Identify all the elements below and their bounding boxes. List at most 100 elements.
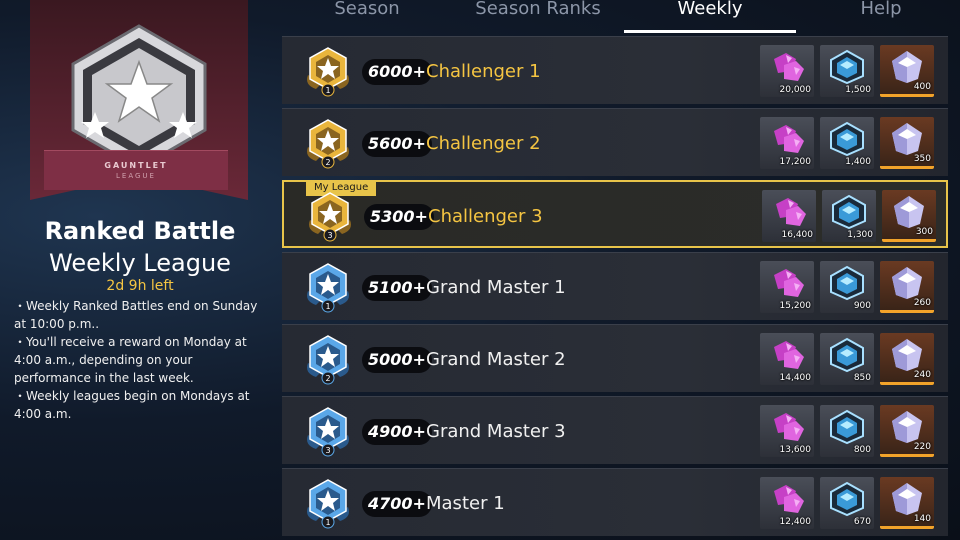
- reward-slot[interactable]: 800: [820, 405, 874, 457]
- rank-row[interactable]: 1 6000+ Challenger 1 20,000 1,500 400: [282, 36, 948, 104]
- blue-hexagon-icon: [830, 121, 864, 157]
- reward-quantity: 260: [913, 298, 931, 308]
- reward-quantity: 400: [913, 82, 931, 92]
- reward-slot[interactable]: 17,200: [760, 117, 814, 169]
- blue-rank-badge-icon: 3: [302, 405, 354, 457]
- tab-help[interactable]: Help: [838, 0, 924, 19]
- reward-slot[interactable]: 20,000: [760, 45, 814, 97]
- purple-crystal-icon: [774, 485, 804, 513]
- score-threshold: 5000+: [362, 347, 432, 373]
- score-threshold: 4900+: [362, 419, 432, 445]
- reward-slot[interactable]: 13,600: [760, 405, 814, 457]
- white-gem-icon: [892, 339, 922, 371]
- gold-rank-badge-icon: 3: [304, 190, 356, 242]
- reward-slot[interactable]: 400: [880, 45, 934, 97]
- purple-crystal-icon: [774, 53, 804, 81]
- blue-hexagon-icon: [830, 481, 864, 517]
- league-plate: GAUNTLET LEAGUE: [44, 150, 228, 190]
- reward-slot[interactable]: 850: [820, 333, 874, 385]
- rank-level: 1: [325, 518, 330, 527]
- reward-quantity: 220: [913, 442, 931, 452]
- reward-quantity: 1,400: [845, 157, 871, 167]
- tab-bar: Season Season Ranks Weekly Help: [282, 0, 960, 34]
- tab-season[interactable]: Season: [322, 0, 412, 19]
- reward-quantity: 17,200: [779, 157, 812, 167]
- reward-quantity: 12,400: [779, 517, 812, 527]
- league-plate-line1: GAUNTLET: [104, 161, 168, 170]
- rank-level: 1: [325, 86, 330, 95]
- time-left: 2d 9h left: [106, 278, 174, 294]
- rank-name: Challenger 2: [426, 133, 541, 154]
- league-info-panel: GAUNTLET LEAGUE Ranked Battle Weekly Lea…: [0, 0, 280, 540]
- blue-hexagon-icon: [832, 194, 866, 230]
- gold-rank-badge-icon: 2: [302, 117, 354, 169]
- rank-level: 3: [325, 446, 330, 455]
- rank-name: Grand Master 2: [426, 349, 566, 370]
- tab-season-ranks[interactable]: Season Ranks: [468, 0, 608, 19]
- reward-slot[interactable]: 220: [880, 405, 934, 457]
- reward-quantity: 1,300: [847, 230, 873, 240]
- reward-quantity: 15,200: [779, 301, 812, 311]
- page-subtitle: Weekly League: [49, 249, 231, 277]
- rank-level: 3: [327, 231, 332, 240]
- purple-crystal-icon: [776, 198, 806, 226]
- reward-quantity: 14,400: [779, 373, 812, 383]
- note-item: ・You'll receive a reward on Monday at 4:…: [14, 335, 247, 385]
- score-threshold: 5300+: [364, 204, 434, 230]
- reward-slot[interactable]: 1,300: [822, 190, 876, 242]
- rank-row[interactable]: 2 5600+ Challenger 2 17,200 1,400 350: [282, 108, 948, 176]
- reward-quantity: 300: [915, 227, 933, 237]
- reward-slot[interactable]: 12,400: [760, 477, 814, 529]
- rank-row[interactable]: 3 4900+ Grand Master 3 13,600 800 220: [282, 396, 948, 464]
- rank-row[interactable]: 1 5100+ Grand Master 1 15,200 900 260: [282, 252, 948, 320]
- note-item: ・Weekly Ranked Battles end on Sunday at …: [14, 299, 258, 331]
- tab-weekly[interactable]: Weekly: [654, 0, 766, 19]
- white-gem-icon: [892, 123, 922, 155]
- purple-crystal-icon: [774, 125, 804, 153]
- rank-name: Master 1: [426, 493, 505, 514]
- reward-slot[interactable]: 670: [820, 477, 874, 529]
- white-gem-icon: [892, 483, 922, 515]
- reward-slot[interactable]: 300: [882, 190, 936, 242]
- reward-quantity: 670: [853, 517, 871, 527]
- white-gem-icon: [892, 411, 922, 443]
- note-item: ・Weekly leagues begin on Mondays at 4:00…: [14, 389, 250, 421]
- rank-row[interactable]: 2 5000+ Grand Master 2 14,400 850 240: [282, 324, 948, 392]
- reward-quantity: 20,000: [779, 85, 812, 95]
- rank-row[interactable]: 1 4700+ Master 1 12,400 670 140: [282, 468, 948, 536]
- rank-name: Grand Master 3: [426, 421, 566, 442]
- blue-hexagon-icon: [830, 337, 864, 373]
- blue-rank-badge-icon: 1: [302, 477, 354, 529]
- reward-quantity: 140: [913, 514, 931, 524]
- reward-slot[interactable]: 350: [880, 117, 934, 169]
- reward-slot[interactable]: 900: [820, 261, 874, 313]
- reward-slot[interactable]: 240: [880, 333, 934, 385]
- score-threshold: 6000+: [362, 59, 432, 85]
- reward-quantity: 16,400: [781, 230, 814, 240]
- blue-hexagon-icon: [830, 265, 864, 301]
- reward-slot[interactable]: 1,500: [820, 45, 874, 97]
- score-threshold: 4700+: [362, 491, 432, 517]
- league-notes: ・Weekly Ranked Battles end on Sunday at …: [14, 297, 272, 423]
- reward-slot[interactable]: 16,400: [762, 190, 816, 242]
- reward-slot[interactable]: 14,400: [760, 333, 814, 385]
- reward-quantity: 850: [853, 373, 871, 383]
- purple-crystal-icon: [774, 413, 804, 441]
- blue-hexagon-icon: [830, 409, 864, 445]
- rank-level: 2: [325, 158, 330, 167]
- score-threshold: 5600+: [362, 131, 432, 157]
- rank-row[interactable]: My League 3 5300+ Challenger 3 16,400 1,300 3…: [282, 180, 948, 248]
- purple-crystal-icon: [774, 269, 804, 297]
- white-gem-icon: [892, 51, 922, 83]
- active-tab-indicator: [624, 30, 796, 33]
- reward-slot[interactable]: 1,400: [820, 117, 874, 169]
- reward-slot[interactable]: 140: [880, 477, 934, 529]
- reward-slot[interactable]: 15,200: [760, 261, 814, 313]
- rank-name: Challenger 1: [426, 61, 541, 82]
- reward-slot[interactable]: 260: [880, 261, 934, 313]
- rank-name: Challenger 3: [428, 206, 543, 227]
- reward-quantity: 350: [913, 154, 931, 164]
- reward-quantity: 900: [853, 301, 871, 311]
- purple-crystal-icon: [774, 341, 804, 369]
- league-plate-line2: LEAGUE: [116, 172, 156, 180]
